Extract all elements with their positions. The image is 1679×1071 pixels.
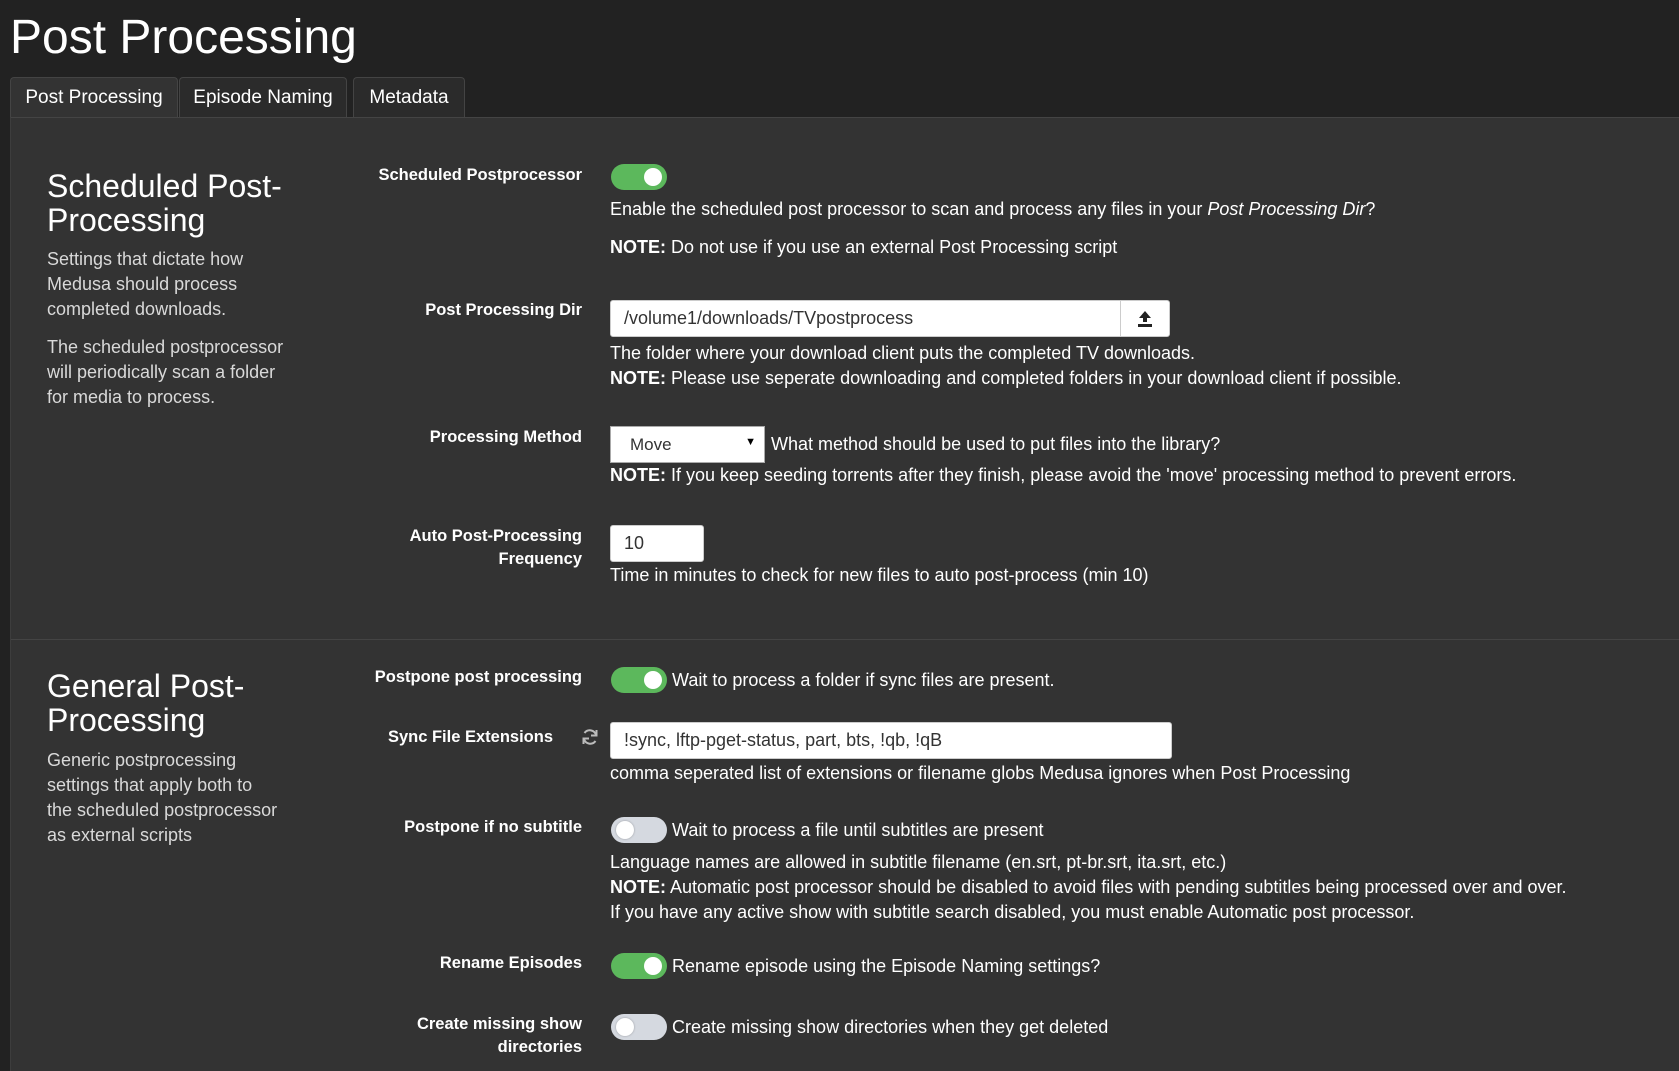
- tab-post-processing[interactable]: Post Processing: [10, 77, 178, 118]
- help-text: Enable the scheduled post processor to s…: [610, 199, 1208, 219]
- section-description: Generic postprocessing settings that app…: [47, 748, 302, 848]
- page-title: Post Processing: [10, 11, 357, 64]
- note-text: Do not use if you use an external Post P…: [666, 237, 1118, 257]
- postpone-subtitle-help: Wait to process a file until subtitles a…: [672, 820, 1044, 840]
- processing-method-note: NOTE: If you keep seeding torrents after…: [610, 463, 1516, 488]
- browse-button[interactable]: [1120, 300, 1170, 337]
- toggle-knob: [644, 957, 662, 975]
- frequency-label: Auto Post-Processing Frequency: [410, 525, 582, 571]
- scheduled-postprocessor-note: NOTE: Do not use if you use an external …: [610, 235, 1117, 260]
- description-line: for media to process.: [47, 387, 216, 407]
- subtitle-search-help: If you have any active show with subtitl…: [610, 902, 1415, 922]
- note-label: NOTE:: [610, 465, 666, 485]
- processing-method-label: Processing Method: [429, 428, 582, 446]
- postpone-subtitle-note: NOTE: Automatic post processor should be…: [610, 875, 1567, 900]
- section-description: The scheduled postprocessor will periodi…: [47, 335, 302, 410]
- subtitle-filename-help: Language names are allowed in subtitle f…: [610, 852, 1227, 872]
- section-title-scheduled: Scheduled Post- Processing: [47, 169, 307, 237]
- rename-episodes-toggle[interactable]: [611, 953, 667, 979]
- section-title-line: Processing: [47, 702, 206, 738]
- description-line: settings that apply both to: [47, 775, 253, 795]
- tab-metadata[interactable]: Metadata: [353, 77, 465, 118]
- toggle-knob: [644, 168, 662, 186]
- settings-panel: Scheduled Post- Processing Settings that…: [10, 117, 1679, 1071]
- frequency-help: Time in minutes to check for new files t…: [610, 565, 1149, 585]
- sync-extensions-help: comma seperated list of extensions or fi…: [610, 763, 1351, 783]
- sync-extensions-input[interactable]: !sync, lftp-pget-status, part, bts, !qb,…: [610, 722, 1172, 759]
- rename-episodes-help: Rename episode using the Episode Naming …: [672, 956, 1101, 976]
- note-label: NOTE:: [610, 237, 666, 257]
- processing-method-help: What method should be used to put files …: [771, 434, 1221, 454]
- rename-episodes-label: Rename Episodes: [439, 954, 582, 972]
- refresh-icon[interactable]: [580, 727, 600, 747]
- note-label: NOTE:: [610, 368, 666, 388]
- postpone-subtitle-label: Postpone if no subtitle: [404, 818, 582, 836]
- label-line: directories: [497, 1038, 582, 1056]
- upload-icon: [1138, 310, 1152, 327]
- missing-directories-help: Create missing show directories when the…: [672, 1017, 1109, 1037]
- help-text: ?: [1365, 199, 1376, 219]
- postpone-processing-toggle[interactable]: [611, 667, 667, 693]
- label-line: Create missing show: [416, 1015, 582, 1033]
- processing-method-select[interactable]: Move ▼: [610, 426, 765, 463]
- frequency-input[interactable]: 10: [610, 525, 704, 562]
- post-processing-dir-note: NOTE: Please use seperate downloading an…: [610, 366, 1401, 391]
- label-line: Frequency: [498, 550, 582, 568]
- description-line: the scheduled postprocessor: [47, 800, 278, 820]
- caret-down-icon: ▼: [745, 436, 756, 448]
- scheduled-postprocessor-toggle[interactable]: [611, 164, 667, 190]
- label-line: Auto Post-Processing: [409, 527, 582, 545]
- select-value: Move: [630, 434, 672, 454]
- description-line: as external scripts: [47, 825, 193, 845]
- toggle-knob: [644, 671, 662, 689]
- description-line: Medusa should process: [47, 274, 238, 294]
- missing-directories-toggle[interactable]: [611, 1014, 667, 1040]
- section-title-line: General Post-: [47, 668, 245, 704]
- scheduled-postprocessor-help: Enable the scheduled post processor to s…: [610, 197, 1375, 222]
- postpone-processing-label: Postpone post processing: [374, 668, 582, 686]
- section-description: Settings that dictate how Medusa should …: [47, 247, 302, 322]
- note-text: Automatic post processor should be disab…: [666, 877, 1567, 897]
- section-title-line: Scheduled Post-: [47, 168, 282, 204]
- description-line: Generic postprocessing: [47, 750, 237, 770]
- toggle-knob: [616, 821, 634, 839]
- description-line: will periodically scan a folder: [47, 362, 276, 382]
- section-title-line: Processing: [47, 202, 206, 238]
- note-label: NOTE:: [610, 877, 666, 897]
- sync-extensions-label: Sync File Extensions: [387, 728, 553, 746]
- post-processing-dir-input[interactable]: /volume1/downloads/TVpostprocess: [610, 300, 1121, 337]
- section-divider: [11, 639, 1679, 640]
- scheduled-postprocessor-label: Scheduled Postprocessor: [378, 166, 582, 184]
- post-processing-dir-help: The folder where your download client pu…: [610, 343, 1196, 363]
- postpone-processing-help: Wait to process a folder if sync files a…: [672, 670, 1055, 690]
- note-text: If you keep seeding torrents after they …: [666, 465, 1517, 485]
- description-line: The scheduled postprocessor: [47, 337, 284, 357]
- description-line: completed downloads.: [47, 299, 227, 319]
- description-line: Settings that dictate how: [47, 249, 244, 269]
- section-title-general: General Post- Processing: [47, 669, 307, 737]
- note-text: Please use seperate downloading and comp…: [666, 368, 1402, 388]
- toggle-knob: [616, 1018, 634, 1036]
- post-processing-dir-label: Post Processing Dir: [425, 301, 582, 319]
- help-emphasis: Post Processing Dir: [1207, 199, 1366, 219]
- tab-episode-naming[interactable]: Episode Naming: [179, 77, 347, 118]
- postpone-subtitle-toggle[interactable]: [611, 817, 667, 843]
- missing-directories-label: Create missing show directories: [417, 1013, 582, 1059]
